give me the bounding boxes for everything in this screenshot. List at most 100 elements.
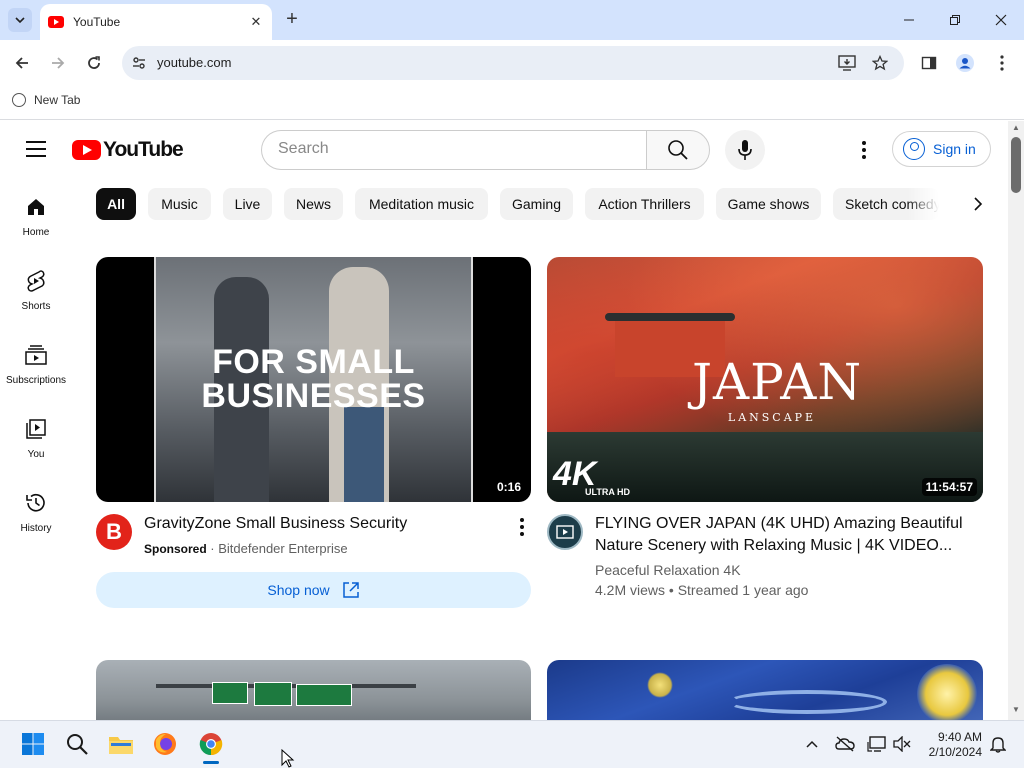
video-thumbnail-gravityzone[interactable]: FOR SMALL BUSINESSES 0:16: [96, 257, 531, 502]
nav-label: You: [27, 449, 45, 460]
address-bar[interactable]: youtube.com: [122, 46, 904, 80]
chip-meditation-music[interactable]: Meditation music: [355, 188, 488, 220]
youtube-play-icon: [72, 140, 101, 160]
chip-music[interactable]: Music: [148, 188, 211, 220]
video-title-gravityzone[interactable]: GravityZone Small Business Security: [144, 513, 504, 535]
taskbar-search-button[interactable]: [64, 731, 90, 757]
shop-now-label: Shop now: [267, 582, 330, 598]
channel-name-peaceful-relaxation[interactable]: Peaceful Relaxation 4K: [595, 560, 975, 580]
firefox-button[interactable]: [152, 731, 178, 757]
chevron-down-icon: [15, 17, 25, 24]
scroll-down-icon[interactable]: ▼: [1011, 705, 1021, 714]
browser-toolbar: youtube.com: [0, 40, 1024, 86]
tab-title: YouTube: [73, 15, 121, 29]
system-clock[interactable]: 9:40 AM 2/10/2024: [918, 730, 982, 760]
volume-tray-icon[interactable]: [892, 731, 912, 757]
ad-meta: Sponsored · Bitdefender Enterprise: [144, 541, 348, 556]
chip-game-shows[interactable]: Game shows: [716, 188, 821, 220]
youtube-logo[interactable]: YouTube: [72, 138, 184, 162]
nav-you[interactable]: You: [0, 403, 72, 477]
bell-icon: [990, 737, 1006, 753]
highway-sign: [212, 682, 248, 704]
reload-button[interactable]: [83, 52, 105, 74]
japan-subtitle-text: LANSCAPE: [727, 411, 817, 424]
voice-search-button[interactable]: [725, 130, 765, 170]
nav-subscriptions[interactable]: Subscriptions: [0, 329, 72, 403]
bookmark-star-icon[interactable]: [871, 54, 889, 72]
restore-button[interactable]: [943, 8, 967, 32]
network-icon: [867, 736, 886, 752]
chip-live[interactable]: Live: [223, 188, 272, 220]
chip-gaming[interactable]: Gaming: [500, 188, 573, 220]
tray-overflow-button[interactable]: [802, 731, 822, 757]
browser-menu-button[interactable]: [992, 53, 1012, 73]
chip-action-thrillers[interactable]: Action Thrillers: [585, 188, 704, 220]
bookmarks-bar: New Tab: [0, 86, 1024, 120]
nav-label: Subscriptions: [5, 375, 67, 386]
sign-in-button[interactable]: Sign in: [892, 131, 991, 167]
folder-icon: [109, 737, 133, 754]
channel-logo-icon: [556, 525, 574, 539]
shorts-icon: [24, 269, 48, 293]
nav-label: Shorts: [21, 301, 51, 312]
video-thumbnail-starry-night[interactable]: [547, 660, 983, 720]
globe-icon: [12, 93, 26, 107]
channel-avatar-bitdefender[interactable]: B: [96, 514, 132, 550]
chrome-button[interactable]: [196, 731, 226, 764]
close-window-button[interactable]: [989, 8, 1013, 32]
guide-menu-button[interactable]: [26, 141, 46, 157]
onedrive-tray-icon[interactable]: [834, 731, 856, 757]
side-panel-button[interactable]: [919, 53, 939, 73]
new-tab-button[interactable]: +: [282, 8, 302, 30]
chip-all[interactable]: All: [96, 188, 136, 220]
chip-news[interactable]: News: [284, 188, 343, 220]
chip-sketch-comedy[interactable]: Sketch comedy: [833, 188, 939, 220]
tab-close-icon[interactable]: ✕: [248, 14, 264, 30]
video-stats: 4.2M views • Streamed 1 year ago: [595, 582, 809, 598]
shop-now-button[interactable]: Shop now: [96, 572, 531, 608]
forward-button[interactable]: [47, 52, 69, 74]
site-info-icon[interactable]: [130, 54, 148, 72]
nav-shorts[interactable]: Shorts: [0, 255, 72, 329]
start-button[interactable]: [20, 731, 46, 757]
install-app-icon[interactable]: [838, 54, 856, 72]
subscriptions-icon: [24, 343, 48, 367]
browser-tab[interactable]: YouTube ✕: [40, 4, 272, 40]
mouse-cursor-icon: [281, 749, 295, 768]
minimize-button[interactable]: [897, 8, 921, 32]
file-explorer-button[interactable]: [108, 731, 134, 757]
search-button[interactable]: [646, 130, 710, 170]
chips-next-button[interactable]: [966, 192, 990, 216]
bookmark-new-tab[interactable]: New Tab: [12, 93, 80, 107]
home-icon: [24, 195, 48, 219]
forward-arrow-icon: [52, 57, 65, 69]
scroll-up-icon[interactable]: ▲: [1011, 123, 1021, 132]
back-button[interactable]: [11, 52, 33, 74]
notifications-button[interactable]: [988, 731, 1008, 757]
video-thumbnail-highway[interactable]: [96, 660, 531, 720]
video-title-japan[interactable]: FLYING OVER JAPAN (4K UHD) Amazing Beaut…: [595, 513, 975, 557]
tab-search-button[interactable]: [8, 8, 32, 32]
video-thumbnail-japan[interactable]: JAPAN LANSCAPE 4K ULTRA HD 11:54:57: [547, 257, 983, 502]
nav-home[interactable]: Home: [0, 181, 72, 255]
nav-history[interactable]: History: [0, 477, 72, 551]
video-duration: 0:16: [492, 478, 525, 496]
settings-more-button[interactable]: [854, 138, 874, 162]
microphone-icon: [738, 140, 752, 160]
japan-title-text: JAPAN: [692, 353, 863, 411]
network-tray-icon[interactable]: [866, 731, 888, 757]
channel-avatar-peaceful-relaxation[interactable]: [547, 514, 583, 550]
profile-button[interactable]: [955, 53, 975, 73]
ad-menu-button[interactable]: [512, 515, 532, 539]
browser-tab-strip: YouTube ✕ +: [0, 0, 1024, 40]
search-input[interactable]: [278, 140, 618, 158]
chevron-up-icon: [806, 740, 818, 748]
more-vert-icon: [862, 141, 866, 145]
clock-date: 2/10/2024: [928, 745, 982, 759]
chrome-icon: [199, 733, 223, 756]
page-scrollbar[interactable]: ▲ ▼: [1008, 121, 1024, 720]
scrollbar-thumb[interactable]: [1011, 137, 1021, 193]
video-duration: 11:54:57: [921, 478, 977, 496]
advertiser-name[interactable]: Bitdefender Enterprise: [218, 541, 347, 556]
sign-in-label: Sign in: [933, 141, 976, 157]
